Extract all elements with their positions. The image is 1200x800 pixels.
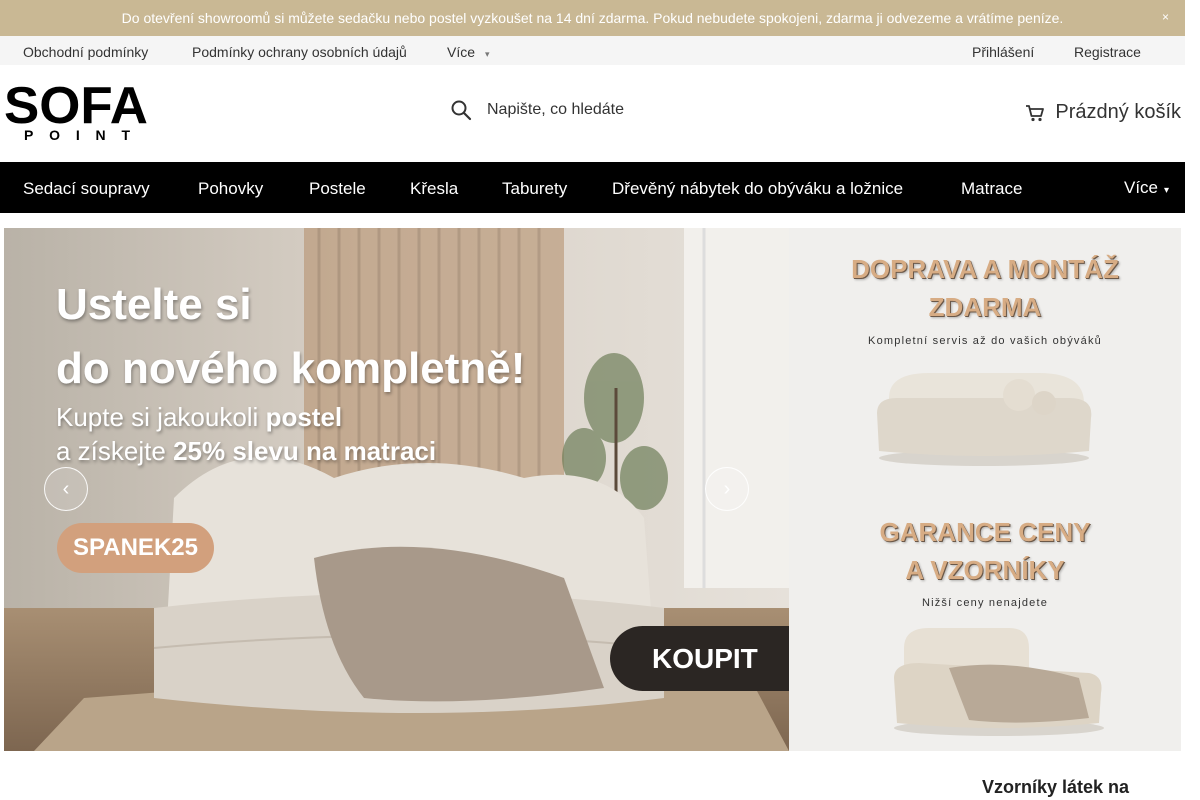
nav-item-wooden-furniture[interactable]: Dřevěný nábytek do obýváku a ložnice [612,179,903,199]
buy-button[interactable]: KOUPIT [610,626,789,691]
nav-more-menu[interactable]: Více ▾ [1124,178,1169,198]
login-link[interactable]: Přihlášení [972,44,1034,60]
cart-label: Prázdný košík [1055,101,1181,123]
side-block2-title-1: GARANCE CENY [879,517,1091,547]
search-icon [451,100,472,121]
link-terms[interactable]: Obchodní podmínky [23,44,148,60]
register-link[interactable]: Registrace [1074,44,1141,60]
hero-subline-2: a získejte 25% slevu na matraci [56,436,436,467]
hero-slider[interactable]: Ustelte si do nového kompletně! Kupte si… [4,228,789,751]
topbar-more-menu[interactable]: Více ▾ [447,44,490,60]
utility-bar: Obchodní podmínky Podmínky ochrany osobn… [0,36,1185,65]
hero-subline-2-text: a získejte [56,436,166,466]
hero-headline-1: Ustelte si [56,280,252,329]
cart-icon [1026,104,1045,121]
topbar-more-label: Více [447,44,476,60]
hero-subline-1-text: Kupte si jakoukoli [56,402,259,432]
close-icon[interactable]: × [1162,10,1169,24]
link-privacy[interactable]: Podmínky ochrany osobních údajů [192,44,407,60]
chevron-down-icon: ▾ [485,49,490,59]
nav-item-sofas-sets[interactable]: Sedací soupravy [23,179,150,199]
announcement-text: Do otevření showroomů si můžete sedačku … [121,10,1064,26]
side-block1-subtitle: Kompletní servis až do vašich obýváků [868,335,1102,347]
chevron-down-icon: ▾ [1164,185,1170,196]
promo-code-badge: SPANEK25 [57,523,214,573]
hero-subline-1-bold: postel [265,402,343,432]
nav-more-label: Více [1124,178,1159,197]
search-box[interactable]: Napište, co hledáte [450,99,624,121]
cart-button[interactable]: Prázdný košík [1025,101,1181,124]
chevron-right-icon[interactable]: › [705,467,749,511]
side-banner[interactable]: DOPRAVA A MONTÁŽ ZDARMA Kompletní servis… [789,228,1181,751]
side-block1-title-2: ZDARMA [928,292,1042,322]
chevron-left-icon[interactable]: ‹ [44,467,88,511]
side-block2-title-2: A VZORNÍKY [905,555,1065,585]
announcement-bar: Do otevření showroomů si můžete sedačku … [0,0,1185,36]
hero-subline-2-bold: 25% slevu na matraci [173,436,437,466]
logo[interactable]: SOFA POINT [4,77,150,143]
hero-headline-2: do nového kompletně! [56,344,526,393]
main-nav: Sedací soupravy Pohovky Postele Křesla T… [0,162,1185,213]
nav-item-mattresses[interactable]: Matrace [961,179,1022,199]
nav-item-couches[interactable]: Pohovky [198,179,263,199]
sofa-image [877,373,1092,466]
nav-item-armchairs[interactable]: Křesla [410,179,458,199]
bed-image [894,628,1104,736]
side-block2-subtitle: Nižší ceny nenajdete [921,597,1049,609]
hero-subline-1: Kupte si jakoukoli postel [56,402,342,433]
nav-item-beds[interactable]: Postele [309,179,366,199]
site-header: SOFA POINT Napište, co hledáte Prázdný k… [0,65,1185,162]
nav-item-stools[interactable]: Taburety [502,179,567,199]
fabric-samples-heading: Vzorníky látek na [982,777,1130,797]
side-block1-title-1: DOPRAVA A MONTÁŽ [851,254,1119,284]
search-input[interactable]: Napište, co hledáte [487,101,624,119]
